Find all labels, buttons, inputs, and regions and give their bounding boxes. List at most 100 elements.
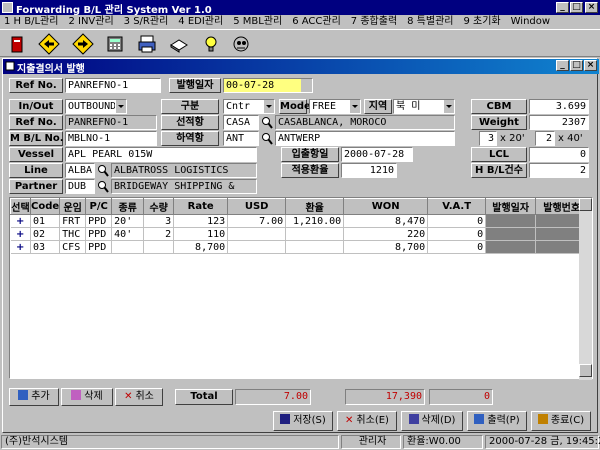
exit-button[interactable]: 종료(C): [531, 411, 591, 431]
grid-cell[interactable]: 1,210.00: [285, 214, 345, 228]
col-header[interactable]: 운임: [59, 198, 87, 215]
menu-window[interactable]: Window: [511, 15, 550, 29]
back-arrow-icon[interactable]: [38, 33, 60, 55]
grid-cell[interactable]: 8,700: [343, 240, 429, 254]
col-header[interactable]: WON: [343, 198, 429, 215]
grid-cell[interactable]: 3: [143, 214, 175, 228]
grid-cell[interactable]: 03: [30, 240, 61, 254]
partner-search-icon[interactable]: [97, 180, 109, 194]
col-header[interactable]: 발행일자: [485, 198, 537, 215]
grid-cell[interactable]: 0: [427, 240, 487, 254]
grid-cell[interactable]: THC: [59, 227, 87, 241]
grid-cell[interactable]: PPD: [85, 214, 113, 228]
grid-cell[interactable]: [227, 240, 287, 254]
form-maximize-button[interactable]: □: [570, 60, 583, 71]
line-search-icon[interactable]: [97, 164, 109, 178]
table-row[interactable]: + 01 FRT PPD 20' 3 123 7.00 1,210.00 8,4…: [10, 214, 589, 228]
menu-sr[interactable]: 3 S/R관리: [124, 15, 169, 29]
form-minimize-button[interactable]: _: [556, 60, 569, 71]
grid-cell[interactable]: 0: [427, 214, 487, 228]
menu-report[interactable]: 7 종합출력: [351, 15, 397, 29]
col-header[interactable]: 선택: [10, 198, 31, 215]
col-header[interactable]: 환율: [285, 198, 345, 215]
grid-cell[interactable]: PPD: [85, 227, 113, 241]
mbl-field[interactable]: MBLNO-1: [65, 131, 157, 146]
grid-cell[interactable]: [143, 240, 175, 254]
hbl-count-field[interactable]: 2: [529, 163, 589, 178]
inout-select[interactable]: OUTBOUND: [65, 99, 127, 114]
grid-cell[interactable]: 02: [30, 227, 61, 241]
menu-acc[interactable]: 6 ACC관리: [292, 15, 341, 29]
vessel-field[interactable]: APL PEARL 015W: [65, 147, 257, 162]
calculator-icon[interactable]: [104, 33, 126, 55]
close-button[interactable]: ×: [585, 2, 598, 13]
grid-cell[interactable]: 40': [111, 227, 145, 241]
printer-icon[interactable]: [136, 33, 158, 55]
book-icon[interactable]: [168, 33, 190, 55]
col-header[interactable]: P/C: [85, 198, 113, 215]
grid-cell[interactable]: [111, 240, 145, 254]
form-close-button[interactable]: ×: [584, 60, 597, 71]
select-cell[interactable]: +: [10, 227, 31, 241]
menu-init[interactable]: 9 초기화: [463, 15, 500, 29]
col-header[interactable]: Code: [29, 198, 61, 215]
select-cell[interactable]: +: [10, 214, 31, 228]
grid-cell[interactable]: 01: [30, 214, 61, 228]
col-header[interactable]: 종류: [111, 198, 145, 215]
cbm-field[interactable]: 3.699: [529, 99, 589, 114]
minimize-button[interactable]: _: [556, 2, 569, 13]
grid-cell[interactable]: 8,700: [173, 240, 229, 254]
grid-cell[interactable]: 220: [343, 227, 429, 241]
rate-field[interactable]: 1210: [341, 163, 397, 178]
grid-cell[interactable]: 7.00: [227, 214, 287, 228]
grid-cell[interactable]: 20': [111, 214, 145, 228]
col-header[interactable]: 수량: [143, 198, 175, 215]
print-button[interactable]: 출력(P): [467, 411, 527, 431]
grid-cell[interactable]: FRT: [59, 214, 87, 228]
menu-hbl[interactable]: 1 H B/L관리: [4, 15, 58, 29]
scroll-up-button[interactable]: [579, 198, 592, 211]
cancel-row-button[interactable]: ✕ 취소: [115, 388, 163, 406]
grid-cell[interactable]: PPD: [85, 240, 113, 254]
col-header[interactable]: USD: [227, 198, 287, 215]
gubun-select[interactable]: Cntr: [223, 99, 275, 114]
table-row[interactable]: + 03 CFS PPD 8,700 8,700 0: [10, 240, 589, 254]
region-select[interactable]: 북 미: [393, 99, 455, 114]
save-button[interactable]: 저장(S): [273, 411, 333, 431]
col-header[interactable]: V.A.T: [427, 198, 487, 215]
grid-cell[interactable]: CFS: [59, 240, 87, 254]
scroll-down-button[interactable]: [579, 364, 592, 377]
issue-date-dropdown[interactable]: [301, 79, 312, 92]
grid-scrollbar[interactable]: [579, 198, 592, 380]
mode-select[interactable]: FREE: [309, 99, 361, 114]
grid-cell[interactable]: 8,470: [343, 214, 429, 228]
pod-code-field[interactable]: ANT: [223, 131, 259, 146]
select-cell[interactable]: +: [10, 240, 31, 254]
table-row[interactable]: + 02 THC PPD 40' 2 110 220 0: [10, 227, 589, 241]
lcl-field[interactable]: 0: [529, 147, 589, 162]
departure-field[interactable]: 2000-07-28: [341, 147, 413, 162]
add-row-button[interactable]: 추가: [9, 388, 59, 406]
help-bulb-icon[interactable]: [200, 33, 222, 55]
grid-cell[interactable]: [227, 227, 287, 241]
pod-search-icon[interactable]: [261, 132, 273, 146]
menu-special[interactable]: 8 특별관리: [407, 15, 453, 29]
partner-code-field[interactable]: DUB: [65, 179, 95, 194]
exit-icon[interactable]: [6, 33, 28, 55]
grid-cell[interactable]: 123: [173, 214, 229, 228]
maximize-button[interactable]: □: [570, 2, 583, 13]
grid-cell[interactable]: 110: [173, 227, 229, 241]
forward-arrow-icon[interactable]: [72, 33, 94, 55]
cntr40-qty-field[interactable]: 2: [535, 131, 555, 146]
delete-button[interactable]: 삭제(D): [401, 411, 463, 431]
robot-icon[interactable]: [230, 33, 252, 55]
menu-inv[interactable]: 2 INV관리: [68, 15, 113, 29]
pol-search-icon[interactable]: [261, 116, 273, 130]
grid-cell[interactable]: 2: [143, 227, 175, 241]
issue-date-field[interactable]: 00-07-28: [223, 78, 313, 93]
cancel-button[interactable]: ✕ 취소(E): [337, 411, 397, 431]
pol-code-field[interactable]: CASA: [223, 115, 259, 130]
menu-mbl[interactable]: 5 MBL관리: [233, 15, 282, 29]
delete-row-button[interactable]: 삭제: [61, 388, 113, 406]
weight-field[interactable]: 2307: [529, 115, 589, 130]
